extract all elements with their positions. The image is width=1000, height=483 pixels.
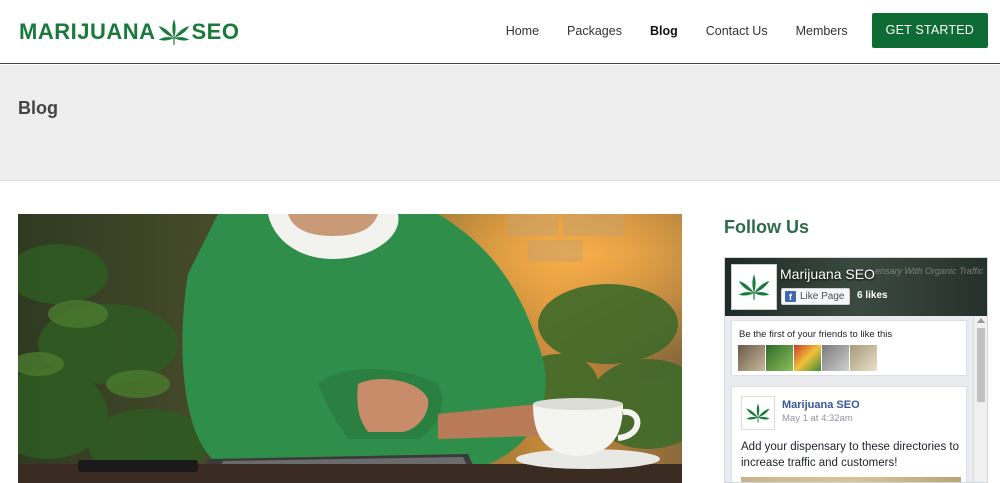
facebook-page-name[interactable]: Marijuana SEO: [780, 266, 875, 282]
post-author-avatar[interactable]: [741, 396, 775, 430]
like-page-button[interactable]: f Like Page: [781, 288, 851, 305]
scrollbar-thumb[interactable]: [977, 328, 985, 402]
cover-overlay-text: ensary With Organic Traffic: [875, 266, 984, 276]
friends-panel: Be the first of your friends to like thi…: [731, 320, 967, 376]
likes-count: 6 likes: [857, 290, 888, 301]
facebook-f-icon: f: [785, 291, 796, 302]
liker-thumbnail[interactable]: [766, 345, 793, 371]
nav-members[interactable]: Members: [796, 24, 848, 38]
liker-thumbnail[interactable]: [850, 345, 877, 371]
post-text: Add your dispensary to these directories…: [741, 441, 959, 469]
logo-text-left: MARIJUANA: [19, 19, 156, 44]
liker-thumbnail[interactable]: [794, 345, 821, 371]
scroll-up-arrow-icon[interactable]: [977, 318, 985, 323]
main-nav: Home Packages Blog Contact Us Members GE…: [478, 13, 988, 48]
cannabis-leaf-icon: [158, 19, 189, 45]
nav-home[interactable]: Home: [506, 24, 539, 38]
page-title: Blog: [18, 98, 58, 118]
site-logo[interactable]: MARIJUANA SEO: [19, 16, 239, 48]
facebook-cover[interactable]: ensary With Organic Traffic Marijuana SE…: [725, 258, 987, 316]
like-page-label: Like Page: [800, 291, 845, 302]
facebook-post: Marijuana SEO May 1 at 4:32am Add your d…: [731, 386, 967, 482]
liker-thumbnails: [738, 345, 878, 371]
facebook-page-avatar[interactable]: [731, 264, 777, 310]
post-timestamp[interactable]: May 1 at 4:32am: [782, 413, 853, 424]
nav-contact-us[interactable]: Contact Us: [706, 24, 768, 38]
cannabis-leaf-icon: [738, 274, 770, 300]
liker-thumbnail[interactable]: [822, 345, 849, 371]
page-title-band: Blog: [0, 65, 1000, 181]
post-image[interactable]: [741, 477, 961, 482]
liker-thumbnail[interactable]: [738, 345, 765, 371]
featured-post-image[interactable]: [18, 214, 682, 483]
site-header: MARIJUANA SEO Home Packages Blog Contact…: [0, 0, 1000, 64]
widget-scrollbar[interactable]: [973, 316, 987, 482]
featured-image-illustration: [18, 214, 682, 483]
nav-packages[interactable]: Packages: [567, 24, 622, 38]
facebook-page-widget: ensary With Organic Traffic Marijuana SE…: [724, 257, 988, 483]
friends-like-text: Be the first of your friends to like thi…: [739, 329, 893, 340]
follow-us-heading: Follow Us: [724, 217, 809, 237]
post-author-name[interactable]: Marijuana SEO: [782, 399, 860, 411]
logo-text-right: SEO: [191, 19, 240, 44]
nav-blog[interactable]: Blog: [650, 24, 678, 38]
get-started-button[interactable]: GET STARTED: [871, 13, 988, 48]
cannabis-leaf-icon: [746, 403, 770, 423]
